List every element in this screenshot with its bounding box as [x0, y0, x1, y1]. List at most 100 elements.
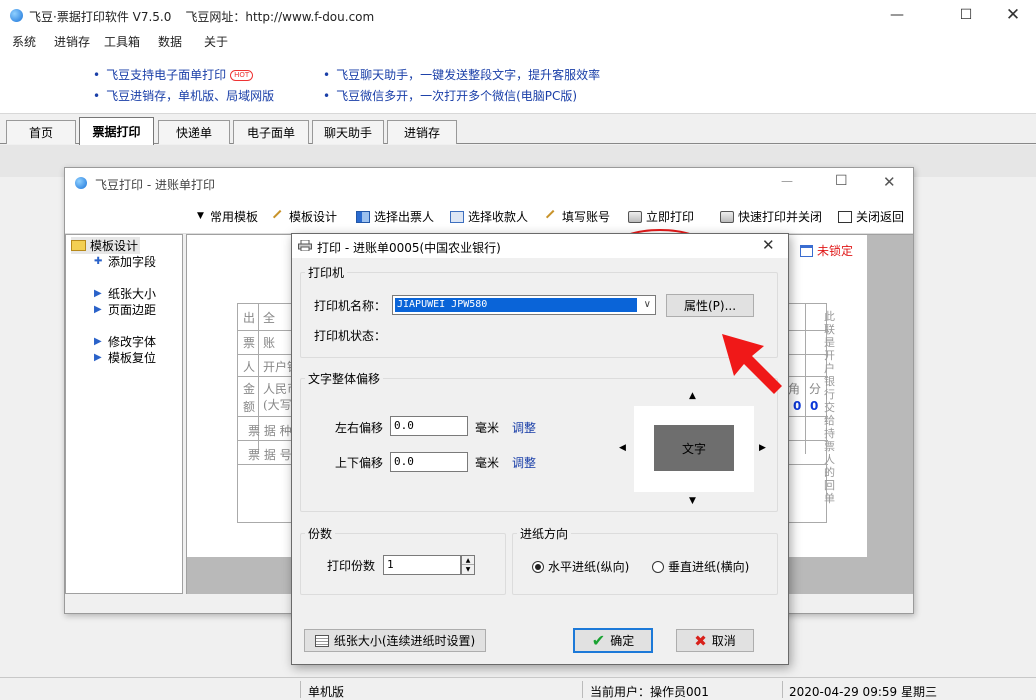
pen-icon: [545, 209, 561, 224]
form-label: 票: [243, 336, 256, 350]
maximize-icon[interactable]: ☐: [943, 0, 989, 30]
ud-offset-input[interactable]: 0.0: [390, 452, 468, 472]
receipt-side-note: 此联是开户银行交给持票人的回单: [824, 310, 835, 505]
card-icon: [450, 210, 464, 223]
form-label: 出: [243, 311, 256, 325]
arrow-up-icon[interactable]: ▲: [689, 391, 696, 401]
form-label: 票 据 号: [248, 448, 292, 462]
copies-label: 打印份数: [327, 559, 376, 573]
lr-adjust-link[interactable]: 调整: [512, 419, 536, 436]
paper-icon: [314, 634, 329, 647]
properties-button[interactable]: 属性(P)...: [666, 294, 754, 317]
close-icon[interactable]: ✕: [762, 236, 775, 254]
print-dialog: 打印 - 进账单0005(中国农业银行) ✕ 打印机 打印机名称： JIAPUW…: [291, 233, 789, 665]
tab-express[interactable]: 快递单: [158, 120, 230, 144]
main-tabs: 首页 票据打印 快递单 电子面单 聊天助手 进销存: [0, 114, 1036, 145]
arrow-down-icon[interactable]: ▼: [689, 496, 696, 506]
unit-label: 毫米: [475, 456, 500, 470]
folder-icon: [71, 240, 86, 251]
copies-stepper[interactable]: ▲ ▼: [461, 555, 475, 575]
ud-adjust-link[interactable]: 调整: [512, 454, 536, 471]
form-label: 账: [263, 336, 276, 350]
ok-button[interactable]: ✔ 确定: [573, 628, 653, 653]
feed-horizontal-radio[interactable]: 水平进纸(纵向): [532, 558, 629, 575]
menu-inventory[interactable]: 进销存: [54, 33, 90, 50]
notice-link[interactable]: 飞豆支持电子面单打印HOT: [93, 66, 254, 83]
stepper-down-icon[interactable]: ▼: [462, 565, 474, 574]
offset-group-label: 文字整体偏移: [308, 372, 381, 386]
lock-status[interactable]: 未锁定: [800, 242, 853, 259]
plus-icon: ✚: [94, 256, 103, 267]
template-tree: 模板设计 ✚ 添加字段 ▶ 纸张大小 ▶ 页面边距 ▶ 修改字体 ▶ 模板复位: [65, 234, 183, 594]
copies-input[interactable]: 1: [383, 555, 461, 575]
tree-item-paper-size[interactable]: ▶ 纸张大小: [94, 285, 156, 302]
app-logo-icon: [75, 177, 87, 189]
main-statusbar: 单机版 当前用户：操作员001 2020-04-29 09:59 星期三: [0, 677, 1036, 700]
print-now-button[interactable]: 立即打印: [628, 208, 694, 225]
menu-data[interactable]: 数据: [158, 33, 182, 50]
triangle-right-icon: ▶: [94, 288, 102, 299]
printer-icon: [298, 240, 312, 251]
quick-print-close-button[interactable]: 快速打印并关闭: [720, 208, 822, 225]
offset-preview-text: 文字: [654, 425, 734, 471]
tree-item-change-font[interactable]: ▶ 修改字体: [94, 333, 156, 350]
dropdown-arrow-icon: ▼: [197, 210, 204, 221]
form-label: 人: [243, 360, 256, 374]
lr-offset-input[interactable]: 0.0: [390, 416, 468, 436]
tree-root-template-design[interactable]: 模板设计: [71, 237, 141, 254]
close-icon[interactable]: ✕: [990, 0, 1036, 30]
printer-select[interactable]: JIAPUWEI JPW580 ∨: [392, 295, 656, 315]
unit-label: 毫米: [475, 421, 500, 435]
minimize-icon[interactable]: —: [874, 0, 920, 30]
tree-item-add-field[interactable]: ✚ 添加字段: [94, 253, 156, 270]
tab-e-waybill[interactable]: 电子面单: [233, 120, 309, 144]
tab-chat-helper[interactable]: 聊天助手: [312, 120, 384, 144]
datetime-label: 2020-04-29 09:59 星期三: [789, 685, 937, 699]
triangle-right-icon: ▶: [94, 304, 102, 315]
select-drawer-button[interactable]: 选择出票人: [356, 208, 434, 225]
notice-panel: 飞豆支持电子面单打印HOT 飞豆进销存，单机版、局域网版 飞豆聊天助手，一键发送…: [0, 52, 1036, 114]
printer-status-label: 打印机状态：: [314, 329, 387, 343]
check-icon: ✔: [591, 631, 606, 650]
paper-size-button[interactable]: 纸张大小(连续进纸时设置): [304, 629, 486, 652]
lr-offset-label: 左右偏移: [335, 421, 384, 435]
select-payee-button[interactable]: 选择收款人: [450, 208, 528, 225]
notice-link[interactable]: 飞豆聊天助手，一键发送整段文字，提升客服效率: [323, 66, 600, 83]
tab-home[interactable]: 首页: [6, 120, 76, 144]
menu-about[interactable]: 关于: [204, 33, 228, 50]
common-templates-button[interactable]: ▼ 常用模板: [197, 208, 258, 225]
maximize-icon[interactable]: ☐: [835, 173, 848, 189]
notice-link[interactable]: 飞豆微信多开，一次打开多个微信(电脑PC版): [323, 87, 577, 104]
notice-link[interactable]: 飞豆进销存，单机版、局域网版: [93, 87, 274, 104]
feed-vertical-radio[interactable]: 垂直进纸(横向): [652, 558, 749, 575]
menu-system[interactable]: 系统: [12, 33, 36, 50]
arrow-right-icon[interactable]: ▶: [759, 443, 766, 453]
stepper-up-icon[interactable]: ▲: [462, 556, 474, 565]
tab-receipt-print[interactable]: 票据打印: [79, 117, 154, 145]
main-titlebar: 飞豆·票据打印软件 V7.5.0 飞豆网址：http://www.f-dou.co…: [0, 0, 1036, 30]
tab-inventory[interactable]: 进销存: [387, 120, 457, 144]
radio-selected-icon: [532, 560, 544, 573]
app-logo-icon: [10, 9, 23, 22]
tree-item-reset-template[interactable]: ▶ 模板复位: [94, 349, 156, 366]
minimize-icon[interactable]: —: [781, 174, 793, 188]
menu-toolbox[interactable]: 工具箱: [104, 33, 140, 50]
triangle-right-icon: ▶: [94, 336, 102, 347]
amount-digit: 0: [793, 399, 802, 413]
form-label: 金: [243, 382, 256, 396]
form-label: 额: [243, 400, 256, 414]
tree-item-page-margin[interactable]: ▶ 页面边距: [94, 301, 156, 318]
fill-account-button[interactable]: 填写账号: [545, 208, 610, 225]
cancel-button[interactable]: ✖ 取消: [676, 629, 754, 652]
close-return-button[interactable]: 关闭返回: [838, 208, 904, 225]
template-design-button[interactable]: 模板设计: [272, 208, 337, 225]
red-arrow-icon: [722, 334, 782, 394]
exit-icon: [838, 210, 852, 223]
printer-group-label: 打印机: [308, 266, 345, 280]
dialog-titlebar: 打印 - 进账单0005(中国农业银行) ✕: [292, 234, 788, 258]
printer-icon: [720, 210, 734, 223]
close-icon[interactable]: ✕: [883, 173, 896, 191]
printer-icon: [628, 210, 642, 223]
arrow-left-icon[interactable]: ◀: [619, 443, 626, 453]
form-label: 分: [809, 382, 822, 396]
